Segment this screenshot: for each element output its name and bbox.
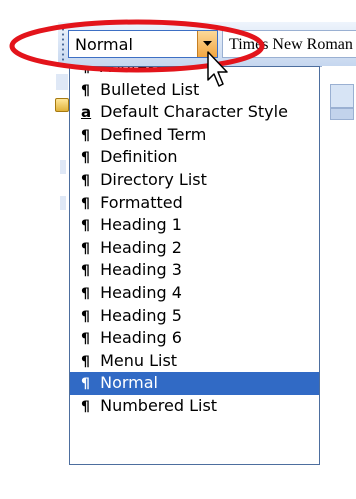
word-style-toolbar-screenshot: Normal Times New Roman ¶ Address ¶ Bullet… — [0, 0, 356, 499]
background-ruler-fragment — [330, 84, 354, 108]
style-list-item[interactable]: ¶ Menu List — [70, 350, 319, 373]
paragraph-mark-icon: ¶ — [81, 218, 90, 235]
style-list-item[interactable]: ¶ Directory List — [70, 169, 319, 192]
style-list-item-label: Heading 6 — [100, 328, 182, 348]
paragraph-mark-icon: ¶ — [81, 82, 90, 99]
style-list-item[interactable]: ¶ Heading 3 — [70, 259, 319, 282]
style-list-item-label: Heading 3 — [100, 260, 182, 280]
style-list-item[interactable]: ¶ Numbered List — [70, 395, 319, 418]
style-list-item-label: Definition — [100, 147, 178, 167]
style-list-item-label: Heading 5 — [100, 305, 182, 325]
style-list-item-label: Defined Term — [100, 124, 207, 144]
folder-icon — [55, 98, 69, 112]
style-list-item-label: Menu List — [100, 350, 178, 370]
style-list-item-label: Numbered List — [100, 395, 218, 415]
style-list-item-label: Heading 2 — [100, 237, 182, 257]
paragraph-mark-icon: ¶ — [81, 263, 90, 280]
style-list-item[interactable]: ¶ Defined Term — [70, 124, 319, 147]
paragraph-mark-icon: ¶ — [81, 172, 90, 189]
style-list-item-label: Heading 1 — [100, 215, 182, 235]
style-list-item-label: Address — [100, 66, 164, 76]
paragraph-mark-icon: ¶ — [81, 195, 90, 212]
style-combo-value[interactable]: Normal — [75, 35, 133, 55]
paragraph-mark-icon: ¶ — [81, 127, 90, 144]
chevron-down-icon — [203, 41, 212, 46]
font-combo-box[interactable]: Times New Roman — [222, 30, 356, 58]
character-style-icon: a — [81, 103, 92, 122]
background-document-pane — [322, 66, 356, 499]
style-list-item[interactable]: ¶ Formatted — [70, 192, 319, 215]
style-list-item-label: Formatted — [100, 192, 183, 212]
background-ruler-fragment — [330, 108, 354, 120]
style-list-item[interactable]: ¶ Heading 6 — [70, 327, 319, 350]
style-combo-box[interactable]: Normal — [68, 30, 218, 58]
background-panel-fragment — [60, 196, 66, 210]
paragraph-mark-icon: ¶ — [81, 376, 90, 393]
style-list-item[interactable]: ¶ Address — [70, 66, 319, 79]
toolbar-grip-handle[interactable] — [62, 27, 64, 61]
style-list-item-label: Normal — [100, 373, 158, 393]
paragraph-mark-icon: ¶ — [81, 398, 90, 415]
paragraph-mark-icon: ¶ — [81, 331, 90, 348]
style-list-item[interactable]: ¶ Normal — [70, 372, 319, 395]
style-list-item[interactable]: ¶ Bulleted List — [70, 79, 319, 102]
style-list-item-label: Default Character Style — [100, 102, 288, 122]
style-dropdown-button[interactable] — [197, 31, 217, 57]
style-list-item[interactable]: ¶ Heading 5 — [70, 305, 319, 328]
font-combo-value[interactable]: Times New Roman — [229, 35, 353, 55]
style-list-item-label: Directory List — [100, 169, 207, 189]
paragraph-mark-icon: ¶ — [81, 66, 90, 76]
paragraph-mark-icon: ¶ — [81, 150, 90, 167]
paragraph-mark-icon: ¶ — [81, 285, 90, 302]
background-panel-fragment — [60, 160, 66, 174]
style-list-item[interactable]: a Default Character Style — [70, 101, 319, 124]
style-list-item[interactable]: ¶ Heading 2 — [70, 237, 319, 260]
paragraph-mark-icon: ¶ — [81, 353, 90, 370]
paragraph-mark-icon: ¶ — [81, 240, 90, 257]
style-list-item[interactable]: ¶ Definition — [70, 146, 319, 169]
style-list: ¶ Address ¶ Bulleted List a Default Charac… — [70, 66, 319, 418]
style-dropdown-list[interactable]: ¶ Address ¶ Bulleted List a Default Charac… — [69, 66, 320, 465]
style-list-item-label: Heading 4 — [100, 282, 182, 302]
style-list-item[interactable]: ¶ Heading 1 — [70, 214, 319, 237]
style-list-item-label: Bulleted List — [100, 79, 200, 99]
paragraph-mark-icon: ¶ — [81, 308, 90, 325]
background-panel-fragment — [56, 74, 68, 90]
style-list-item[interactable]: ¶ Heading 4 — [70, 282, 319, 305]
